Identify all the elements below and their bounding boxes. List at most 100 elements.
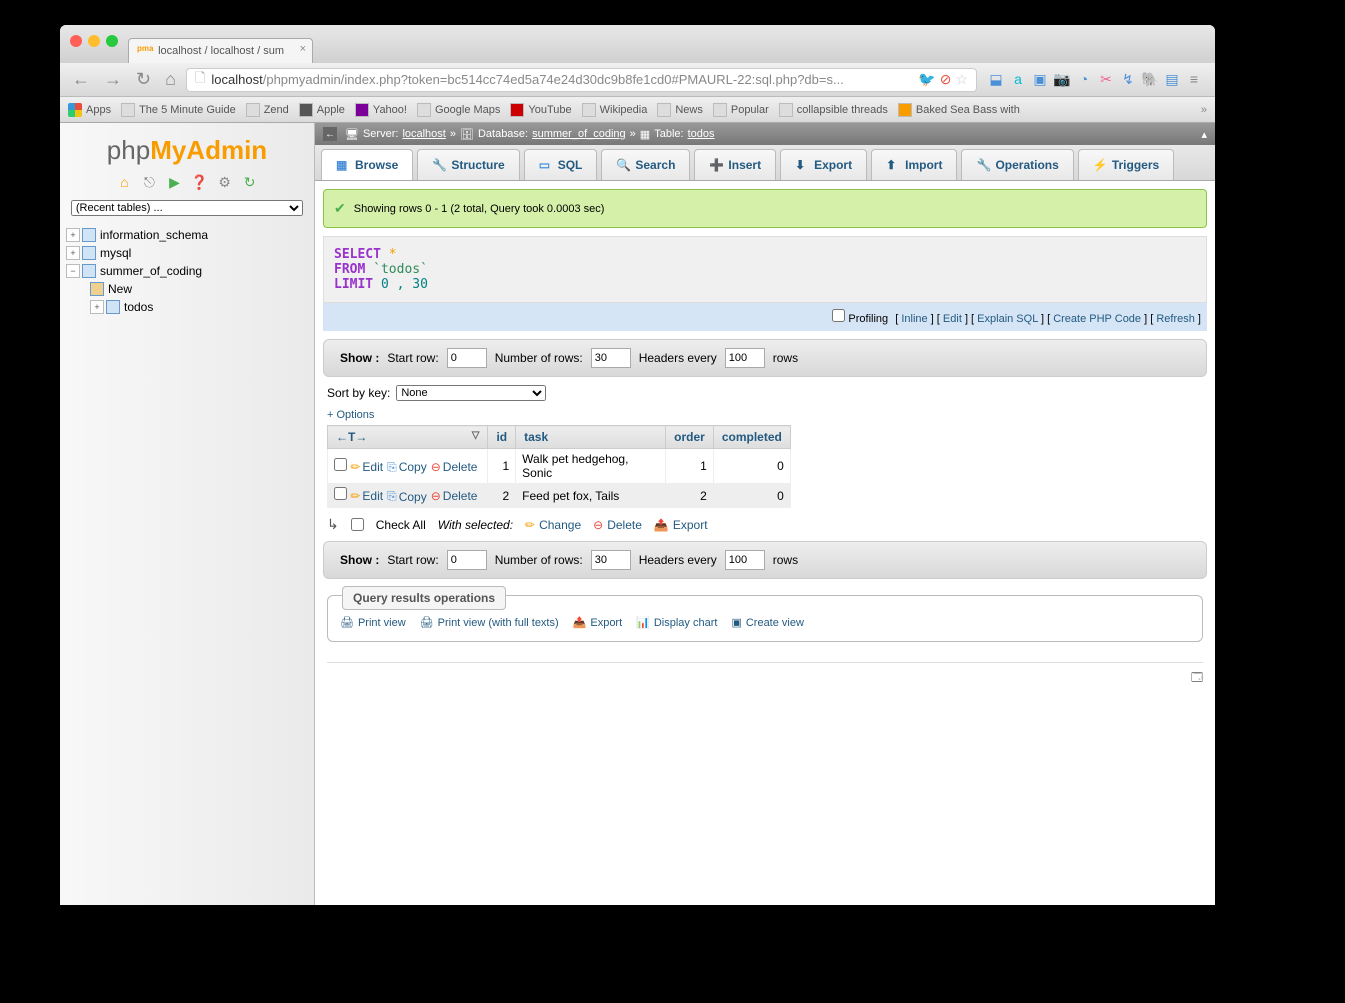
tab-structure[interactable]: 🔧Structure bbox=[417, 149, 519, 180]
export-button[interactable]: 📤Export bbox=[654, 518, 708, 532]
tab-operations[interactable]: 🔧Operations bbox=[961, 149, 1073, 180]
ext-icon[interactable]: 📷 bbox=[1053, 71, 1071, 89]
print-view-full-link[interactable]: 🖨Print view (with full texts) bbox=[420, 616, 559, 629]
col-id[interactable]: id bbox=[488, 426, 516, 449]
sort-icon[interactable]: ▽ bbox=[472, 430, 480, 441]
settings-icon[interactable]: ⚙ bbox=[216, 174, 234, 192]
bookmark-item[interactable]: YouTube bbox=[510, 103, 571, 117]
tree-db-mysql[interactable]: + mysql bbox=[66, 244, 308, 262]
export-link[interactable]: 📤Export bbox=[573, 616, 623, 629]
expand-icon[interactable]: + bbox=[66, 228, 80, 242]
tree-db-information-schema[interactable]: + information_schema bbox=[66, 226, 308, 244]
bookmarks-overflow-icon[interactable]: » bbox=[1201, 104, 1207, 116]
bookmark-item[interactable]: Yahoo! bbox=[355, 103, 407, 117]
maximize-icon[interactable] bbox=[106, 35, 118, 47]
ext-icon[interactable]: ▤ bbox=[1163, 71, 1181, 89]
window-icon[interactable]: 🗔 bbox=[315, 669, 1215, 696]
edit-link[interactable]: Edit bbox=[943, 313, 962, 325]
bookmark-item[interactable]: collapsible threads bbox=[779, 103, 888, 117]
ext-icon[interactable]: ⬓ bbox=[987, 71, 1005, 89]
ext-icon[interactable]: a bbox=[1009, 71, 1027, 89]
display-chart-link[interactable]: 📊Display chart bbox=[636, 616, 717, 629]
inline-link[interactable]: Inline bbox=[901, 313, 927, 325]
row-checkbox[interactable] bbox=[334, 487, 347, 500]
ext-icon[interactable]: ◔ bbox=[1075, 71, 1093, 89]
reload-icon[interactable]: ↻ bbox=[241, 174, 259, 192]
start-row-input[interactable] bbox=[447, 550, 487, 570]
tab-export[interactable]: ⬇Export bbox=[780, 149, 867, 180]
edit-button[interactable]: ✏Edit bbox=[350, 460, 383, 474]
reload-icon[interactable]: ↻ bbox=[132, 69, 155, 90]
twitter-ext-icon[interactable]: 🐦 bbox=[918, 71, 935, 88]
collapse-icon[interactable]: − bbox=[66, 264, 80, 278]
sort-by-key-select[interactable]: None bbox=[396, 385, 546, 401]
profiling-checkbox[interactable] bbox=[832, 309, 845, 322]
collapse-header-icon[interactable]: ▴ bbox=[1201, 128, 1207, 141]
tree-table-todos[interactable]: + todos bbox=[90, 298, 308, 316]
bookmark-item[interactable]: Apple bbox=[299, 103, 345, 117]
start-row-input[interactable] bbox=[447, 348, 487, 368]
tab-import[interactable]: ⬆Import bbox=[871, 149, 957, 180]
chrome-menu-icon[interactable]: ≡ bbox=[1185, 71, 1203, 89]
bookmark-item[interactable]: The 5 Minute Guide bbox=[121, 103, 236, 117]
edit-button[interactable]: ✏Edit bbox=[350, 489, 383, 503]
logout-icon[interactable]: ⎋ bbox=[140, 174, 158, 192]
row-checkbox[interactable] bbox=[334, 458, 347, 471]
bookmark-item[interactable]: Zend bbox=[246, 103, 289, 117]
forward-icon[interactable]: → bbox=[100, 69, 126, 90]
bc-server[interactable]: localhost bbox=[402, 128, 445, 140]
create-php-link[interactable]: Create PHP Code bbox=[1053, 313, 1141, 325]
tree-db-summer-of-coding[interactable]: − summer_of_coding bbox=[66, 262, 308, 280]
explain-sql-link[interactable]: Explain SQL bbox=[977, 313, 1038, 325]
bookmark-item[interactable]: Popular bbox=[713, 103, 769, 117]
back-icon[interactable]: ← bbox=[323, 127, 337, 141]
tab-insert[interactable]: ➕Insert bbox=[694, 149, 776, 180]
browser-tab[interactable]: pma localhost / localhost / sum × bbox=[128, 38, 313, 63]
ext-icon[interactable]: ▣ bbox=[1031, 71, 1049, 89]
tree-new[interactable]: New bbox=[90, 280, 308, 298]
expand-icon[interactable]: + bbox=[66, 246, 80, 260]
docs-icon[interactable]: ❓ bbox=[191, 174, 209, 192]
tab-sql[interactable]: ▭SQL bbox=[524, 149, 598, 180]
bookmark-apps[interactable]: Apps bbox=[68, 103, 111, 117]
delete-button[interactable]: ⊖Delete bbox=[431, 460, 478, 474]
copy-button[interactable]: ⎘Copy bbox=[387, 460, 427, 475]
bookmark-item[interactable]: Baked Sea Bass with bbox=[898, 103, 1020, 117]
bookmark-item[interactable]: News bbox=[657, 103, 703, 117]
close-icon[interactable] bbox=[70, 35, 82, 47]
nav-icon[interactable]: ←T→ bbox=[336, 430, 367, 444]
delete-button[interactable]: ⊖Delete bbox=[431, 489, 478, 503]
bc-database[interactable]: summer_of_coding bbox=[532, 128, 626, 140]
bookmark-item[interactable]: Google Maps bbox=[417, 103, 500, 117]
sql-icon[interactable]: ▶ bbox=[165, 174, 183, 192]
bookmark-item[interactable]: Wikipedia bbox=[582, 103, 648, 117]
check-all-label[interactable]: Check All bbox=[376, 518, 426, 532]
tab-triggers[interactable]: ⚡Triggers bbox=[1078, 149, 1174, 180]
tab-search[interactable]: 🔍Search bbox=[601, 149, 690, 180]
ext-icon[interactable]: 🐘 bbox=[1141, 71, 1159, 89]
num-rows-input[interactable] bbox=[591, 348, 631, 368]
change-button[interactable]: ✏Change bbox=[525, 518, 581, 532]
check-all-checkbox[interactable] bbox=[351, 518, 364, 531]
expand-icon[interactable]: + bbox=[90, 300, 104, 314]
minimize-icon[interactable] bbox=[88, 35, 100, 47]
copy-button[interactable]: ⎘Copy bbox=[387, 489, 427, 504]
num-rows-input[interactable] bbox=[591, 550, 631, 570]
favorite-icon[interactable]: ☆ bbox=[955, 71, 968, 88]
tab-browse[interactable]: ▦Browse bbox=[321, 149, 413, 180]
ext-icon[interactable]: ↯ bbox=[1119, 71, 1137, 89]
col-task[interactable]: task bbox=[516, 426, 666, 449]
print-view-link[interactable]: 🖨Print view bbox=[340, 616, 406, 629]
col-order[interactable]: order bbox=[666, 426, 714, 449]
home-icon[interactable]: ⌂ bbox=[161, 69, 180, 90]
headers-every-input[interactable] bbox=[725, 550, 765, 570]
back-icon[interactable]: ← bbox=[68, 69, 94, 90]
bc-table[interactable]: todos bbox=[688, 128, 715, 140]
col-completed[interactable]: completed bbox=[713, 426, 790, 449]
ext-icon[interactable]: ✂ bbox=[1097, 71, 1115, 89]
headers-every-input[interactable] bbox=[725, 348, 765, 368]
tab-close-icon[interactable]: × bbox=[300, 43, 306, 55]
profiling-label[interactable]: Profiling bbox=[848, 313, 888, 325]
recent-tables-select[interactable]: (Recent tables) ... bbox=[71, 200, 303, 216]
create-view-link[interactable]: ▣Create view bbox=[731, 616, 803, 629]
